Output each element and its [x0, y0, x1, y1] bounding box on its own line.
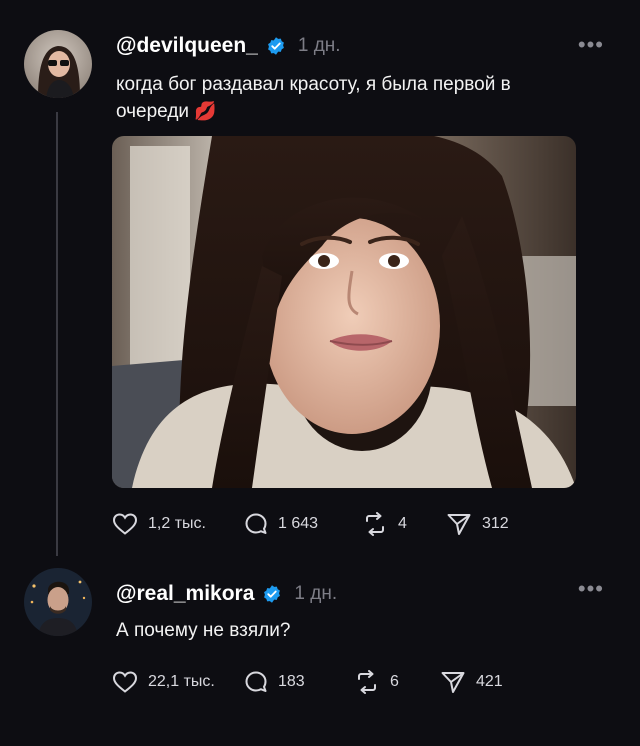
- post-image[interactable]: [112, 136, 576, 488]
- post-real-mikora: @real_mikora 1 дн. ••• А почему не взяли…: [0, 560, 640, 746]
- like-count: 1,2 тыс.: [148, 515, 206, 532]
- username[interactable]: @devilqueen_: [116, 34, 258, 58]
- repost-icon: [358, 670, 376, 694]
- verified-badge-icon: [262, 584, 282, 604]
- verified-badge-icon: [266, 36, 286, 56]
- reply-count: 183: [278, 673, 305, 690]
- reply-button[interactable]: 183: [244, 670, 354, 694]
- repost-count: 4: [398, 515, 407, 532]
- repost-count: 6: [390, 673, 399, 690]
- share-count: 421: [476, 673, 503, 690]
- repost-button[interactable]: 6: [354, 670, 440, 694]
- thread-line: [56, 112, 58, 556]
- post-text: А почему не взяли?: [116, 618, 586, 644]
- username[interactable]: @real_mikora: [116, 582, 254, 606]
- share-button[interactable]: 312: [446, 512, 509, 536]
- kiss-emoji-icon: 💋: [194, 101, 217, 121]
- more-dots-icon[interactable]: •••: [578, 578, 604, 600]
- like-button[interactable]: 22,1 тыс.: [112, 670, 244, 694]
- post-actions: 22,1 тыс. 183 6 421: [112, 670, 503, 694]
- reply-count: 1 643: [278, 515, 319, 532]
- avatar-devilqueen[interactable]: [24, 30, 92, 98]
- post-header: @real_mikora 1 дн.: [116, 582, 337, 606]
- heart-icon: [112, 671, 138, 693]
- like-button[interactable]: 1,2 тыс.: [112, 512, 244, 536]
- timestamp: 1 дн.: [297, 35, 341, 56]
- like-count: 22,1 тыс.: [148, 673, 215, 690]
- avatar-real-mikora[interactable]: [24, 568, 92, 636]
- repost-button[interactable]: 4: [362, 512, 446, 536]
- comment-icon: [245, 513, 267, 534]
- timestamp: 1 дн.: [294, 583, 338, 604]
- post-header: @devilqueen_ 1 дн.: [116, 34, 341, 58]
- post-actions: 1,2 тыс. 1 643 4 312: [112, 512, 509, 536]
- send-icon: [441, 672, 465, 693]
- reply-button[interactable]: 1 643: [244, 512, 362, 536]
- share-count: 312: [482, 515, 509, 532]
- share-button[interactable]: 421: [440, 670, 503, 694]
- send-icon: [447, 514, 471, 535]
- comment-icon: [245, 671, 267, 692]
- post-text: когда бог раздавал красоту, я была перво…: [116, 72, 586, 125]
- repost-icon: [366, 512, 384, 536]
- post-text-content: когда бог раздавал красоту, я была перво…: [116, 74, 511, 122]
- heart-icon: [112, 513, 138, 535]
- post-text-content: А почему не взяли?: [116, 620, 291, 641]
- more-dots-icon[interactable]: •••: [578, 34, 604, 56]
- post-devilqueen: @devilqueen_ 1 дн. ••• когда бог раздава…: [0, 0, 640, 560]
